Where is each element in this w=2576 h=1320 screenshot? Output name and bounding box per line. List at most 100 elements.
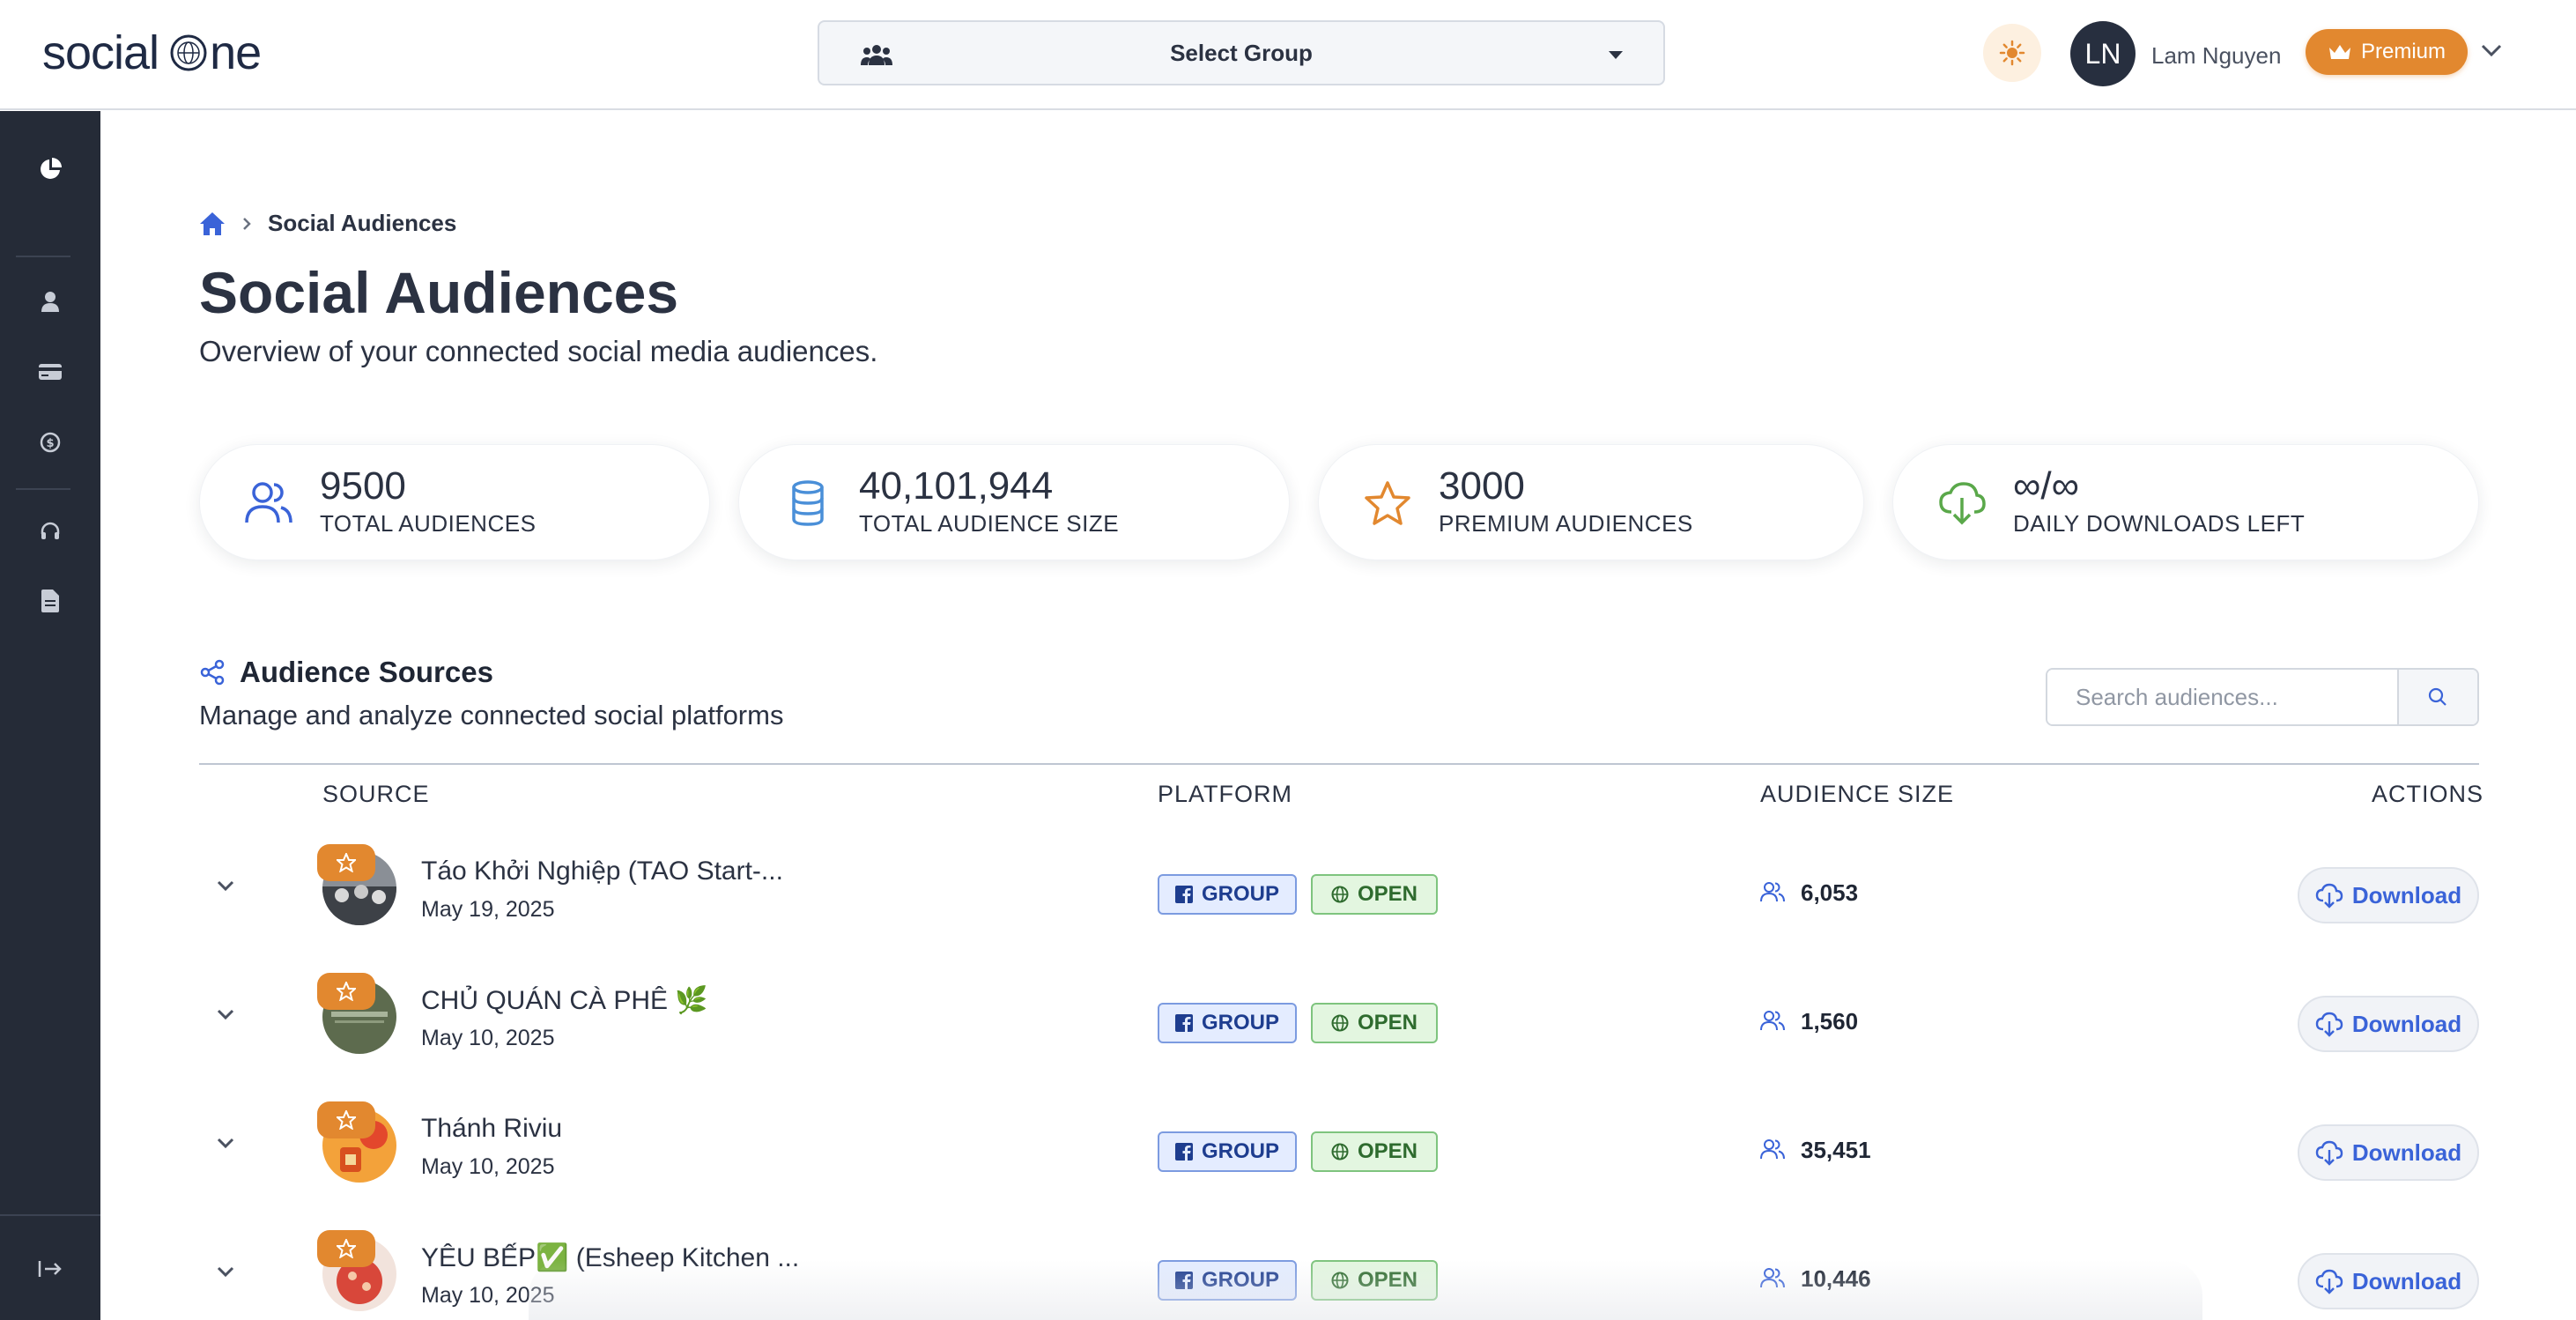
breadcrumb: Social Audiences (199, 210, 456, 237)
download-button[interactable]: Download (2298, 1253, 2479, 1309)
search-button[interactable] (2396, 670, 2477, 724)
stat-label: TOTAL AUDIENCES (320, 510, 537, 537)
source-date: May 10, 2025 (421, 1026, 555, 1050)
chevron-down-icon[interactable] (215, 1006, 236, 1022)
document-icon (41, 590, 59, 612)
table-row[interactable]: Táo Khởi Nghiệp (TAO Start-... May 19, 2… (199, 835, 2479, 941)
avatar[interactable]: LN (2070, 21, 2136, 86)
platform-type-badge: GROUP (1158, 874, 1297, 915)
section-title: Audience Sources (240, 656, 493, 688)
search-icon (2429, 687, 2447, 706)
home-icon[interactable] (199, 211, 226, 236)
privacy-badge: OPEN (1311, 1260, 1438, 1301)
section-subtitle: Manage and analyze connected social plat… (199, 700, 784, 730)
download-label: Download (2351, 1010, 2462, 1037)
source-date: May 10, 2025 (421, 1154, 555, 1179)
sidebar: $ (0, 111, 100, 1320)
download-button[interactable]: Download (2298, 867, 2479, 923)
users-icon (245, 482, 292, 523)
avatar-initials: LN (2084, 37, 2121, 70)
group-select-label: Select Group (1170, 39, 1313, 66)
download-label: Download (2351, 1138, 2462, 1166)
premium-label: Premium (2360, 40, 2446, 63)
download-button[interactable]: Download (2298, 1124, 2479, 1181)
logo-text-right: ne (210, 26, 262, 79)
stat-label: PREMIUM AUDIENCES (1439, 510, 1693, 537)
column-header-audience-size[interactable]: AUDIENCE SIZE (1760, 781, 1954, 808)
star-icon (337, 1239, 356, 1258)
facebook-icon (1174, 1014, 1193, 1032)
source-name[interactable]: CHỦ QUÁN CÀ PHÊ 🌿 (421, 985, 708, 1016)
download-label: Download (2351, 881, 2462, 908)
premium-star-badge (317, 844, 375, 881)
breadcrumb-current: Social Audiences (268, 210, 457, 236)
search-input[interactable] (2047, 670, 2397, 724)
users-icon (1760, 1011, 1785, 1031)
theme-toggle-button[interactable] (1983, 24, 2041, 82)
audience-size-value: 6,053 (1801, 879, 1859, 906)
premium-star-badge (317, 1101, 375, 1138)
globe-icon (170, 34, 207, 71)
page-subtitle: Overview of your connected social media … (199, 335, 878, 367)
chevron-right-icon (243, 217, 251, 230)
share-icon (200, 659, 225, 686)
source-name[interactable]: Táo Khởi Nghiệp (TAO Start-... (421, 857, 783, 886)
chevron-down-icon[interactable] (215, 1264, 236, 1279)
user-name[interactable]: Lam Nguyen (2151, 42, 2281, 70)
section-heading: Audience Sources (199, 656, 493, 689)
sidebar-item-documents[interactable] (29, 580, 71, 622)
database-icon (792, 480, 824, 526)
download-button[interactable]: Download (2298, 996, 2479, 1052)
table-divider (199, 763, 2479, 765)
audience-size-value: 35,451 (1801, 1137, 1871, 1163)
globe-icon (1331, 886, 1349, 903)
star-icon (337, 853, 356, 872)
sidebar-item-billing[interactable] (29, 351, 71, 393)
platform-type-label: GROUP (1201, 1139, 1279, 1163)
premium-button[interactable]: Premium (2306, 29, 2468, 75)
crown-icon (2328, 45, 2350, 59)
top-bar: social ne Select Group LN Lam Nguyen Pre… (0, 0, 2576, 110)
sidebar-divider (0, 1214, 100, 1216)
stat-value: 3000 (1439, 464, 1525, 508)
sidebar-divider (16, 256, 70, 257)
sidebar-item-logout[interactable] (29, 1248, 71, 1290)
table-row[interactable]: YÊU BẾP✅ (Esheep Kitchen ... May 10, 202… (199, 1221, 2479, 1320)
stat-value: ∞/∞ (2013, 464, 2079, 508)
facebook-icon (1174, 1143, 1193, 1161)
platform-type-label: GROUP (1201, 882, 1279, 906)
stat-label: TOTAL AUDIENCE SIZE (859, 510, 1120, 537)
privacy-label: OPEN (1357, 882, 1418, 906)
logout-icon (38, 1261, 62, 1277)
sidebar-item-support[interactable] (29, 511, 71, 553)
column-header-source[interactable]: SOURCE (322, 781, 430, 808)
table-row[interactable]: CHỦ QUÁN CÀ PHÊ 🌿 May 10, 2025 GROUP OPE… (199, 964, 2479, 1070)
cloud-download-icon (1939, 482, 1986, 525)
chevron-down-icon[interactable] (215, 1135, 236, 1151)
sidebar-divider (16, 488, 70, 490)
stat-label: DAILY DOWNLOADS LEFT (2013, 510, 2306, 537)
group-select[interactable]: Select Group (818, 20, 1665, 85)
user-icon (41, 292, 59, 312)
sidebar-item-dashboard[interactable] (29, 148, 71, 190)
platform-type-badge: GROUP (1158, 1260, 1297, 1301)
source-name[interactable]: YÊU BẾP✅ (Esheep Kitchen ... (421, 1242, 799, 1273)
pie-chart-icon (41, 158, 62, 179)
credit-card-icon (39, 364, 62, 380)
sidebar-item-profile[interactable] (29, 280, 71, 323)
column-header-platform[interactable]: PLATFORM (1158, 781, 1292, 808)
download-label: Download (2351, 1267, 2462, 1294)
chevron-down-icon[interactable] (215, 878, 236, 894)
audience-size-value: 1,560 (1801, 1008, 1859, 1034)
table-row[interactable]: Thánh Riviu May 10, 2025 GROUP OPEN 35,4… (199, 1093, 2479, 1198)
dollar-circle-icon: $ (40, 432, 61, 453)
sidebar-item-pricing[interactable]: $ (29, 421, 71, 463)
source-date: May 10, 2025 (421, 1283, 555, 1308)
users-icon (1760, 882, 1785, 902)
logo[interactable]: social ne (42, 25, 262, 81)
stat-card-daily-downloads: ∞/∞ DAILY DOWNLOADS LEFT (1892, 444, 2479, 560)
star-icon (337, 982, 356, 1001)
source-name[interactable]: Thánh Riviu (421, 1114, 562, 1144)
chevron-down-icon[interactable] (2479, 41, 2504, 59)
column-header-actions: ACTIONS (2372, 781, 2484, 807)
